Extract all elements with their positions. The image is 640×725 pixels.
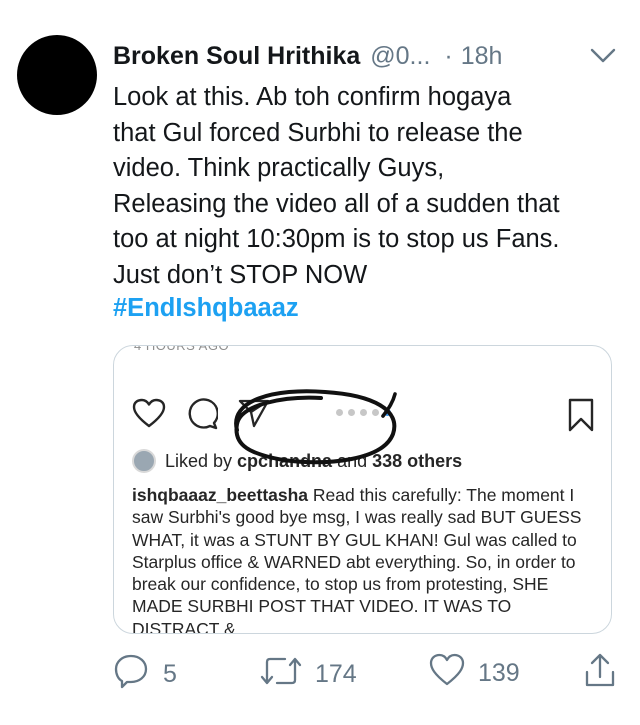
heart-icon [428,652,478,695]
tweet-text: Look at this. Ab toh confirm hogaya that… [113,83,560,289]
liked-others: 338 others [372,450,463,471]
tweet-actions: 5 174 139 [113,652,623,696]
retweet-count: 174 [315,660,357,688]
liked-and: and [337,450,368,471]
caption-user: ishqbaaaz_beettasha [132,485,309,505]
author-handle[interactable]: @0... [370,42,430,71]
separator-dot: · [444,41,453,70]
embedded-image[interactable]: 4 HOURS AGO Liked by cpchandna and 338 o… [113,345,612,634]
liked-by-row: Liked by cpchandna and 338 others [132,449,462,473]
share-icon [238,398,270,433]
carousel-indicator [336,409,391,416]
tweet-header: Broken Soul Hrithika @0... · 18h [113,38,618,74]
retweet-button[interactable]: 174 [259,652,357,697]
share-tweet-button[interactable] [583,652,629,697]
avatar[interactable] [17,35,97,115]
liked-user: cpchandna [237,450,333,471]
comment-icon [186,398,219,435]
retweet-icon [259,652,315,697]
author-name[interactable]: Broken Soul Hrithika [113,42,360,71]
liked-avatar [132,449,156,473]
caption-text: Read this carefully: The moment I saw Su… [132,485,582,634]
liked-prefix: Liked by [165,450,233,471]
hashtag-link[interactable]: #EndIshqbaaaz [113,294,299,323]
image-caption: ishqbaaaz_beettasha Read this carefully:… [132,484,597,634]
like-button[interactable]: 139 [428,652,520,695]
bookmark-icon [567,398,595,437]
reply-button[interactable]: 5 [113,652,177,697]
chevron-down-icon[interactable] [588,42,618,68]
like-count: 139 [478,659,520,687]
heart-outline-icon [132,398,166,433]
hours-ago-label: 4 HOURS AGO [134,345,230,353]
reply-count: 5 [163,660,177,688]
reply-icon [113,652,163,697]
timestamp[interactable]: 18h [461,42,503,71]
upload-share-icon [583,652,629,697]
